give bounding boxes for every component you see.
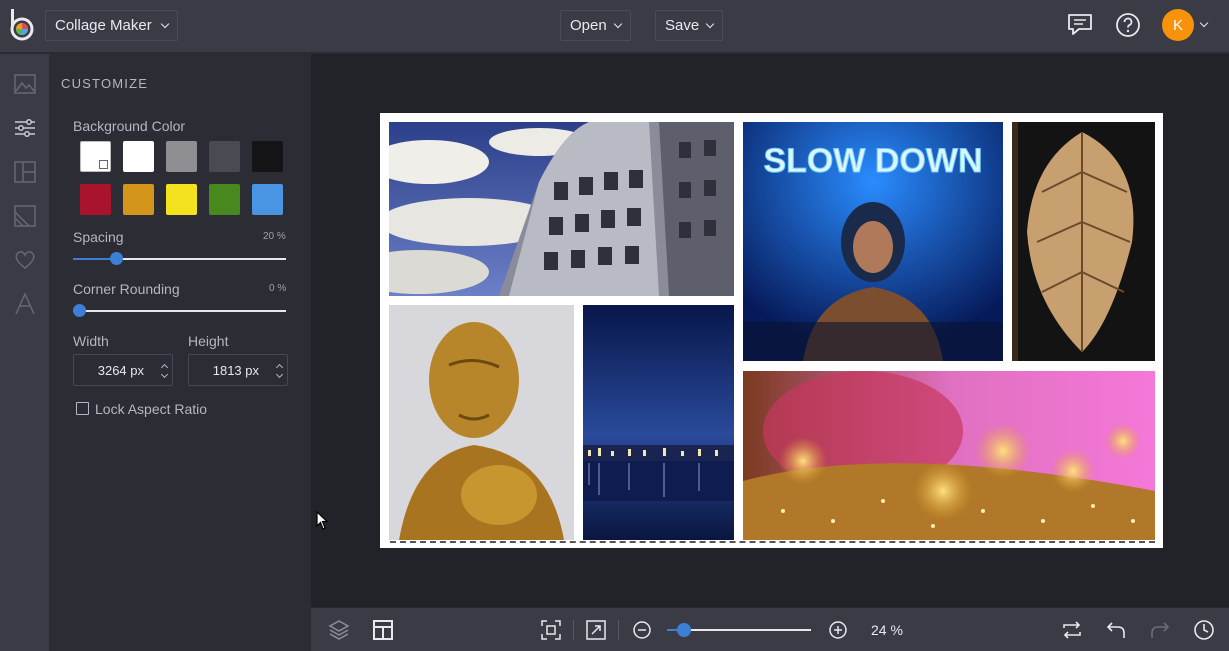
collage-canvas[interactable]: SLOW DOWN [380, 113, 1163, 548]
color-swatch[interactable] [252, 141, 283, 172]
height-value: 1813 px [212, 363, 259, 378]
color-swatch[interactable] [80, 141, 111, 172]
decrement-icon[interactable] [160, 370, 169, 379]
rail-item-layouts[interactable] [8, 155, 41, 188]
spacing-label: Spacing [73, 229, 124, 245]
corner-rounding-label: Corner Rounding [73, 281, 180, 297]
save-button[interactable]: Save [655, 10, 724, 41]
color-swatch[interactable] [166, 184, 197, 215]
background-icon [13, 204, 36, 227]
panel-title: CUSTOMIZE [61, 76, 149, 91]
color-swatch[interactable] [209, 184, 240, 215]
color-swatch[interactable] [80, 184, 111, 215]
bottom-toolbar: 24 % [311, 607, 1229, 651]
background-color-label: Background Color [73, 118, 186, 134]
width-field[interactable]: 3264 px [73, 354, 173, 386]
corner-rounding-slider-handle[interactable] [73, 304, 86, 317]
color-swatch[interactable] [123, 141, 154, 172]
text-icon [14, 292, 35, 314]
image-icon [13, 73, 36, 94]
collage-cell-glitter[interactable] [743, 371, 1155, 540]
layout-grid-icon[interactable] [371, 618, 395, 642]
color-swatch[interactable] [166, 141, 197, 172]
avatar[interactable]: K [1162, 9, 1194, 41]
rail-item-graphics[interactable] [8, 243, 41, 276]
feedback-icon[interactable] [1066, 11, 1094, 39]
collage-cell-leaf[interactable] [1012, 122, 1155, 361]
chevron-down-icon [705, 19, 715, 28]
fit-to-screen-icon[interactable] [539, 618, 563, 642]
actual-size-icon[interactable] [584, 618, 608, 642]
layout-icon [13, 160, 36, 183]
spacing-slider-handle[interactable] [109, 252, 123, 265]
redo-icon[interactable] [1148, 618, 1172, 642]
height-field[interactable]: 1813 px [188, 354, 288, 386]
lock-aspect-checkbox[interactable] [76, 402, 89, 415]
avatar-initial: K [1172, 16, 1183, 34]
corner-rounding-slider-track[interactable] [73, 310, 286, 312]
top-bar: Collage Maker Open Save K [0, 0, 1229, 53]
save-label: Save [665, 17, 700, 34]
collage-cell-building[interactable] [389, 122, 734, 296]
zoom-in-icon[interactable] [826, 618, 850, 642]
open-button[interactable]: Open [560, 10, 631, 41]
decrement-icon[interactable] [275, 370, 284, 379]
collage-cell-city-night[interactable] [583, 305, 734, 540]
collage-bottom-guide [390, 541, 1155, 543]
app-switcher[interactable]: Collage Maker [45, 10, 178, 41]
chevron-down-icon [160, 19, 169, 28]
rail-item-photos[interactable] [8, 67, 41, 100]
open-label: Open [570, 17, 607, 34]
chevron-down-icon [99, 160, 108, 169]
undo-icon[interactable] [1104, 618, 1128, 642]
rail-item-backgrounds[interactable] [8, 199, 41, 232]
rail-item-customize[interactable] [8, 111, 41, 144]
sliders-icon [14, 118, 35, 137]
swap-images-icon[interactable] [1060, 618, 1084, 642]
tool-rail [0, 54, 49, 651]
toolbar-divider [573, 620, 574, 640]
svg-text:SLOW DOWN: SLOW DOWN [763, 142, 982, 180]
customize-panel: CUSTOMIZE Background Color Spacing 20 % … [49, 54, 311, 651]
width-value: 3264 px [97, 363, 144, 378]
zoom-level: 24 % [871, 622, 903, 638]
height-label: Height [188, 333, 229, 349]
layers-icon[interactable] [327, 618, 351, 642]
color-swatch[interactable] [123, 184, 154, 215]
spacing-value: 20 % [263, 231, 286, 242]
rail-item-text[interactable] [8, 287, 41, 320]
corner-rounding-value: 0 % [269, 283, 287, 294]
zoom-slider-handle[interactable] [677, 623, 692, 637]
width-label: Width [73, 333, 109, 349]
help-icon[interactable] [1114, 11, 1142, 39]
toolbar-divider [618, 620, 619, 640]
app-switcher-label: Collage Maker [55, 17, 152, 34]
history-icon[interactable] [1192, 618, 1216, 642]
collage-cell-neon[interactable]: SLOW DOWN [743, 122, 1003, 361]
color-swatch[interactable] [252, 184, 283, 215]
heart-icon [14, 250, 35, 269]
chevron-down-icon[interactable] [1199, 18, 1209, 28]
lock-aspect-label: Lock Aspect Ratio [95, 401, 208, 417]
zoom-out-icon[interactable] [630, 618, 654, 642]
color-swatch[interactable] [209, 141, 240, 172]
collage-cell-gold-portrait[interactable] [389, 305, 574, 540]
mouse-cursor-icon [316, 510, 330, 536]
befunky-logo[interactable] [8, 8, 36, 42]
chevron-down-icon [613, 19, 622, 28]
